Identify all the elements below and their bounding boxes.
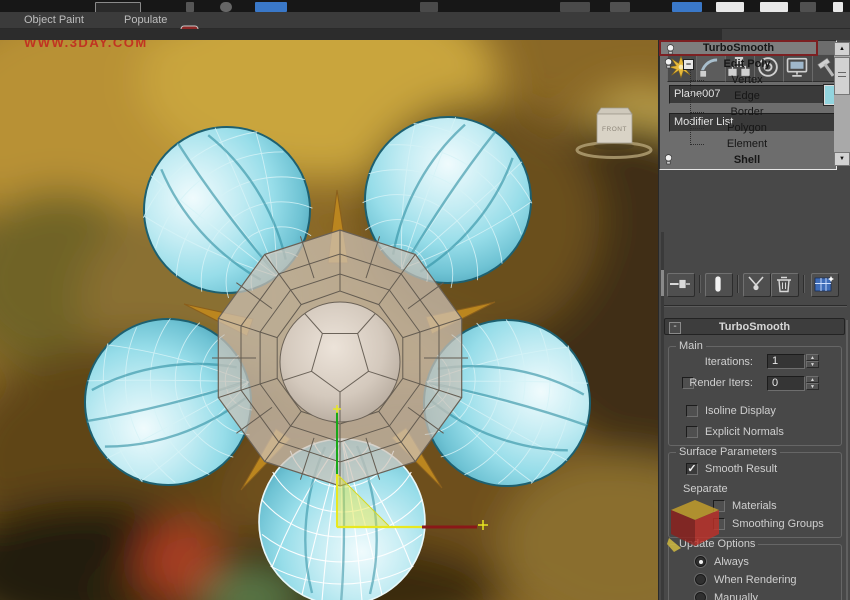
spin-up-icon[interactable]: ▲ xyxy=(806,376,819,383)
spin-down-icon[interactable]: ▼ xyxy=(806,383,819,390)
remove-modifier-icon xyxy=(772,274,796,294)
stack-item-label: Shell xyxy=(734,154,760,166)
manually-radio[interactable] xyxy=(695,592,706,600)
manually-label: Manually xyxy=(714,592,758,600)
modifier-stack: TurboSmooth − Edit Poly Vertex Edge Bord… xyxy=(659,40,837,170)
update-options-label: Update Options xyxy=(676,538,758,550)
scroll-down-icon[interactable]: ▼ xyxy=(834,152,837,166)
main-toolbar-strip xyxy=(0,0,850,12)
main-group-label: Main xyxy=(676,340,706,352)
viewport-front[interactable]: FRONT WWW.3DAY.COM xyxy=(0,40,658,600)
toolbar-field[interactable] xyxy=(760,2,788,12)
remove-modifier-button[interactable] xyxy=(771,273,799,297)
stack-item-label: TurboSmooth xyxy=(703,42,774,54)
separate-label: Separate xyxy=(683,483,728,495)
isoline-display-label: Isoline Display xyxy=(705,405,776,417)
ribbon-tab-object-paint[interactable]: Object Paint xyxy=(18,13,90,27)
toolbar-icon[interactable] xyxy=(560,2,590,12)
toolbar-icon[interactable] xyxy=(833,2,843,12)
rollout-collapse-icon[interactable]: - xyxy=(669,322,681,334)
stack-item-label: Edit Poly xyxy=(723,58,770,70)
toolbar-icon[interactable] xyxy=(420,2,438,12)
configure-modifier-sets-icon xyxy=(812,274,836,294)
when-rendering-label: When Rendering xyxy=(714,574,797,586)
render-iters-field[interactable]: 0 xyxy=(767,376,805,391)
show-end-result-icon xyxy=(706,274,730,294)
smoothing-groups-checkbox[interactable] xyxy=(713,518,725,530)
smooth-result-label: Smooth Result xyxy=(705,463,777,475)
ribbon-tab-populate[interactable]: Populate xyxy=(118,13,173,27)
toolbar-button-active[interactable] xyxy=(255,2,287,12)
smooth-result-checkbox[interactable]: ✓ xyxy=(686,463,698,475)
configure-modifier-sets-button[interactable] xyxy=(811,273,839,297)
surface-parameters-label: Surface Parameters xyxy=(676,446,780,458)
collapse-icon[interactable]: − xyxy=(683,59,694,70)
explicit-normals-label: Explicit Normals xyxy=(705,426,784,438)
panel-left-scrollbar[interactable] xyxy=(661,232,664,600)
iterations-spinner[interactable]: ▲ ▼ xyxy=(806,354,819,369)
explicit-normals-checkbox[interactable] xyxy=(686,426,698,438)
ribbon: Object Paint Populate xyxy=(0,12,850,29)
stack-subobject-polygon[interactable]: Polygon xyxy=(659,120,835,136)
viewcube-face-label: FRONT xyxy=(602,126,627,133)
render-iters-label: Render Iters: xyxy=(689,377,753,389)
panel-top-strip xyxy=(722,29,850,40)
stack-item-turbosmooth[interactable]: TurboSmooth xyxy=(659,40,818,56)
stack-item-shell[interactable]: Shell xyxy=(659,152,835,168)
turbosmooth-rollout-header[interactable]: - TurboSmooth xyxy=(664,318,845,335)
pin-stack-icon xyxy=(668,274,692,294)
bulb-icon[interactable] xyxy=(664,58,673,69)
always-radio[interactable] xyxy=(695,556,706,567)
scroll-up-icon[interactable]: ▲ xyxy=(834,42,837,56)
toolbar-icon[interactable] xyxy=(220,2,232,12)
make-unique-button[interactable] xyxy=(743,273,771,297)
bulb-icon[interactable] xyxy=(666,44,675,55)
viewport-canvas[interactable]: FRONT xyxy=(0,40,658,600)
pin-stack-button[interactable] xyxy=(667,273,695,297)
stack-item-label: Edge xyxy=(734,90,760,102)
command-panel: Plane007 Modifier List ▼ TurboSmooth xyxy=(658,40,850,600)
toolbar-icon[interactable] xyxy=(800,2,816,12)
stack-item-edit-poly[interactable]: − Edit Poly xyxy=(659,56,835,72)
update-options-group: Update Options Always When Rendering Man… xyxy=(668,544,842,600)
materials-label: Materials xyxy=(732,500,777,512)
stack-subobject-edge[interactable]: Edge xyxy=(659,88,835,104)
panel-right-scrollbar[interactable] xyxy=(846,320,848,600)
stack-item-label: Border xyxy=(730,106,763,118)
toolbar-icon[interactable] xyxy=(186,2,194,12)
toolbar-icon[interactable] xyxy=(610,2,630,12)
toolbar-field[interactable] xyxy=(95,2,141,12)
watermark-text: WWW.3DAY.COM xyxy=(24,40,148,50)
iterations-field[interactable]: 1 xyxy=(767,354,805,369)
bulb-icon[interactable] xyxy=(664,154,673,165)
stack-subobject-element[interactable]: Element xyxy=(659,136,835,152)
stack-subobject-vertex[interactable]: Vertex xyxy=(659,72,835,88)
toolbar-field[interactable] xyxy=(716,2,744,12)
stack-scrollbar[interactable]: ▲ ▼ xyxy=(834,42,837,166)
stack-item-label: Element xyxy=(727,138,767,150)
stack-subobject-border[interactable]: Border xyxy=(659,104,835,120)
materials-checkbox[interactable] xyxy=(713,500,725,512)
panel-divider xyxy=(663,305,847,307)
spin-up-icon[interactable]: ▲ xyxy=(806,354,819,361)
when-rendering-radio[interactable] xyxy=(695,574,706,585)
main-group: Main Iterations: 1 ▲ ▼ Render Iters: 0 ▲… xyxy=(668,346,842,446)
surface-parameters-group: Surface Parameters ✓ Smooth Result Separ… xyxy=(668,452,842,538)
show-end-result-button[interactable] xyxy=(705,273,733,297)
always-label: Always xyxy=(714,556,749,568)
rollout-title: TurboSmooth xyxy=(719,321,790,333)
smoothing-groups-label: Smoothing Groups xyxy=(732,518,824,530)
toolbar-dropdown-active[interactable] xyxy=(672,2,702,12)
3dsmax-window: Object Paint Populate xyxy=(0,0,850,600)
stack-item-label: Polygon xyxy=(727,122,767,134)
isoline-display-checkbox[interactable] xyxy=(686,405,698,417)
stack-item-label: Vertex xyxy=(731,74,762,86)
spin-down-icon[interactable]: ▼ xyxy=(806,361,819,368)
iterations-label: Iterations: xyxy=(705,356,753,368)
make-unique-icon xyxy=(744,274,768,294)
render-iters-spinner[interactable]: ▲ ▼ xyxy=(806,376,819,391)
scroll-thumb[interactable] xyxy=(834,57,837,95)
